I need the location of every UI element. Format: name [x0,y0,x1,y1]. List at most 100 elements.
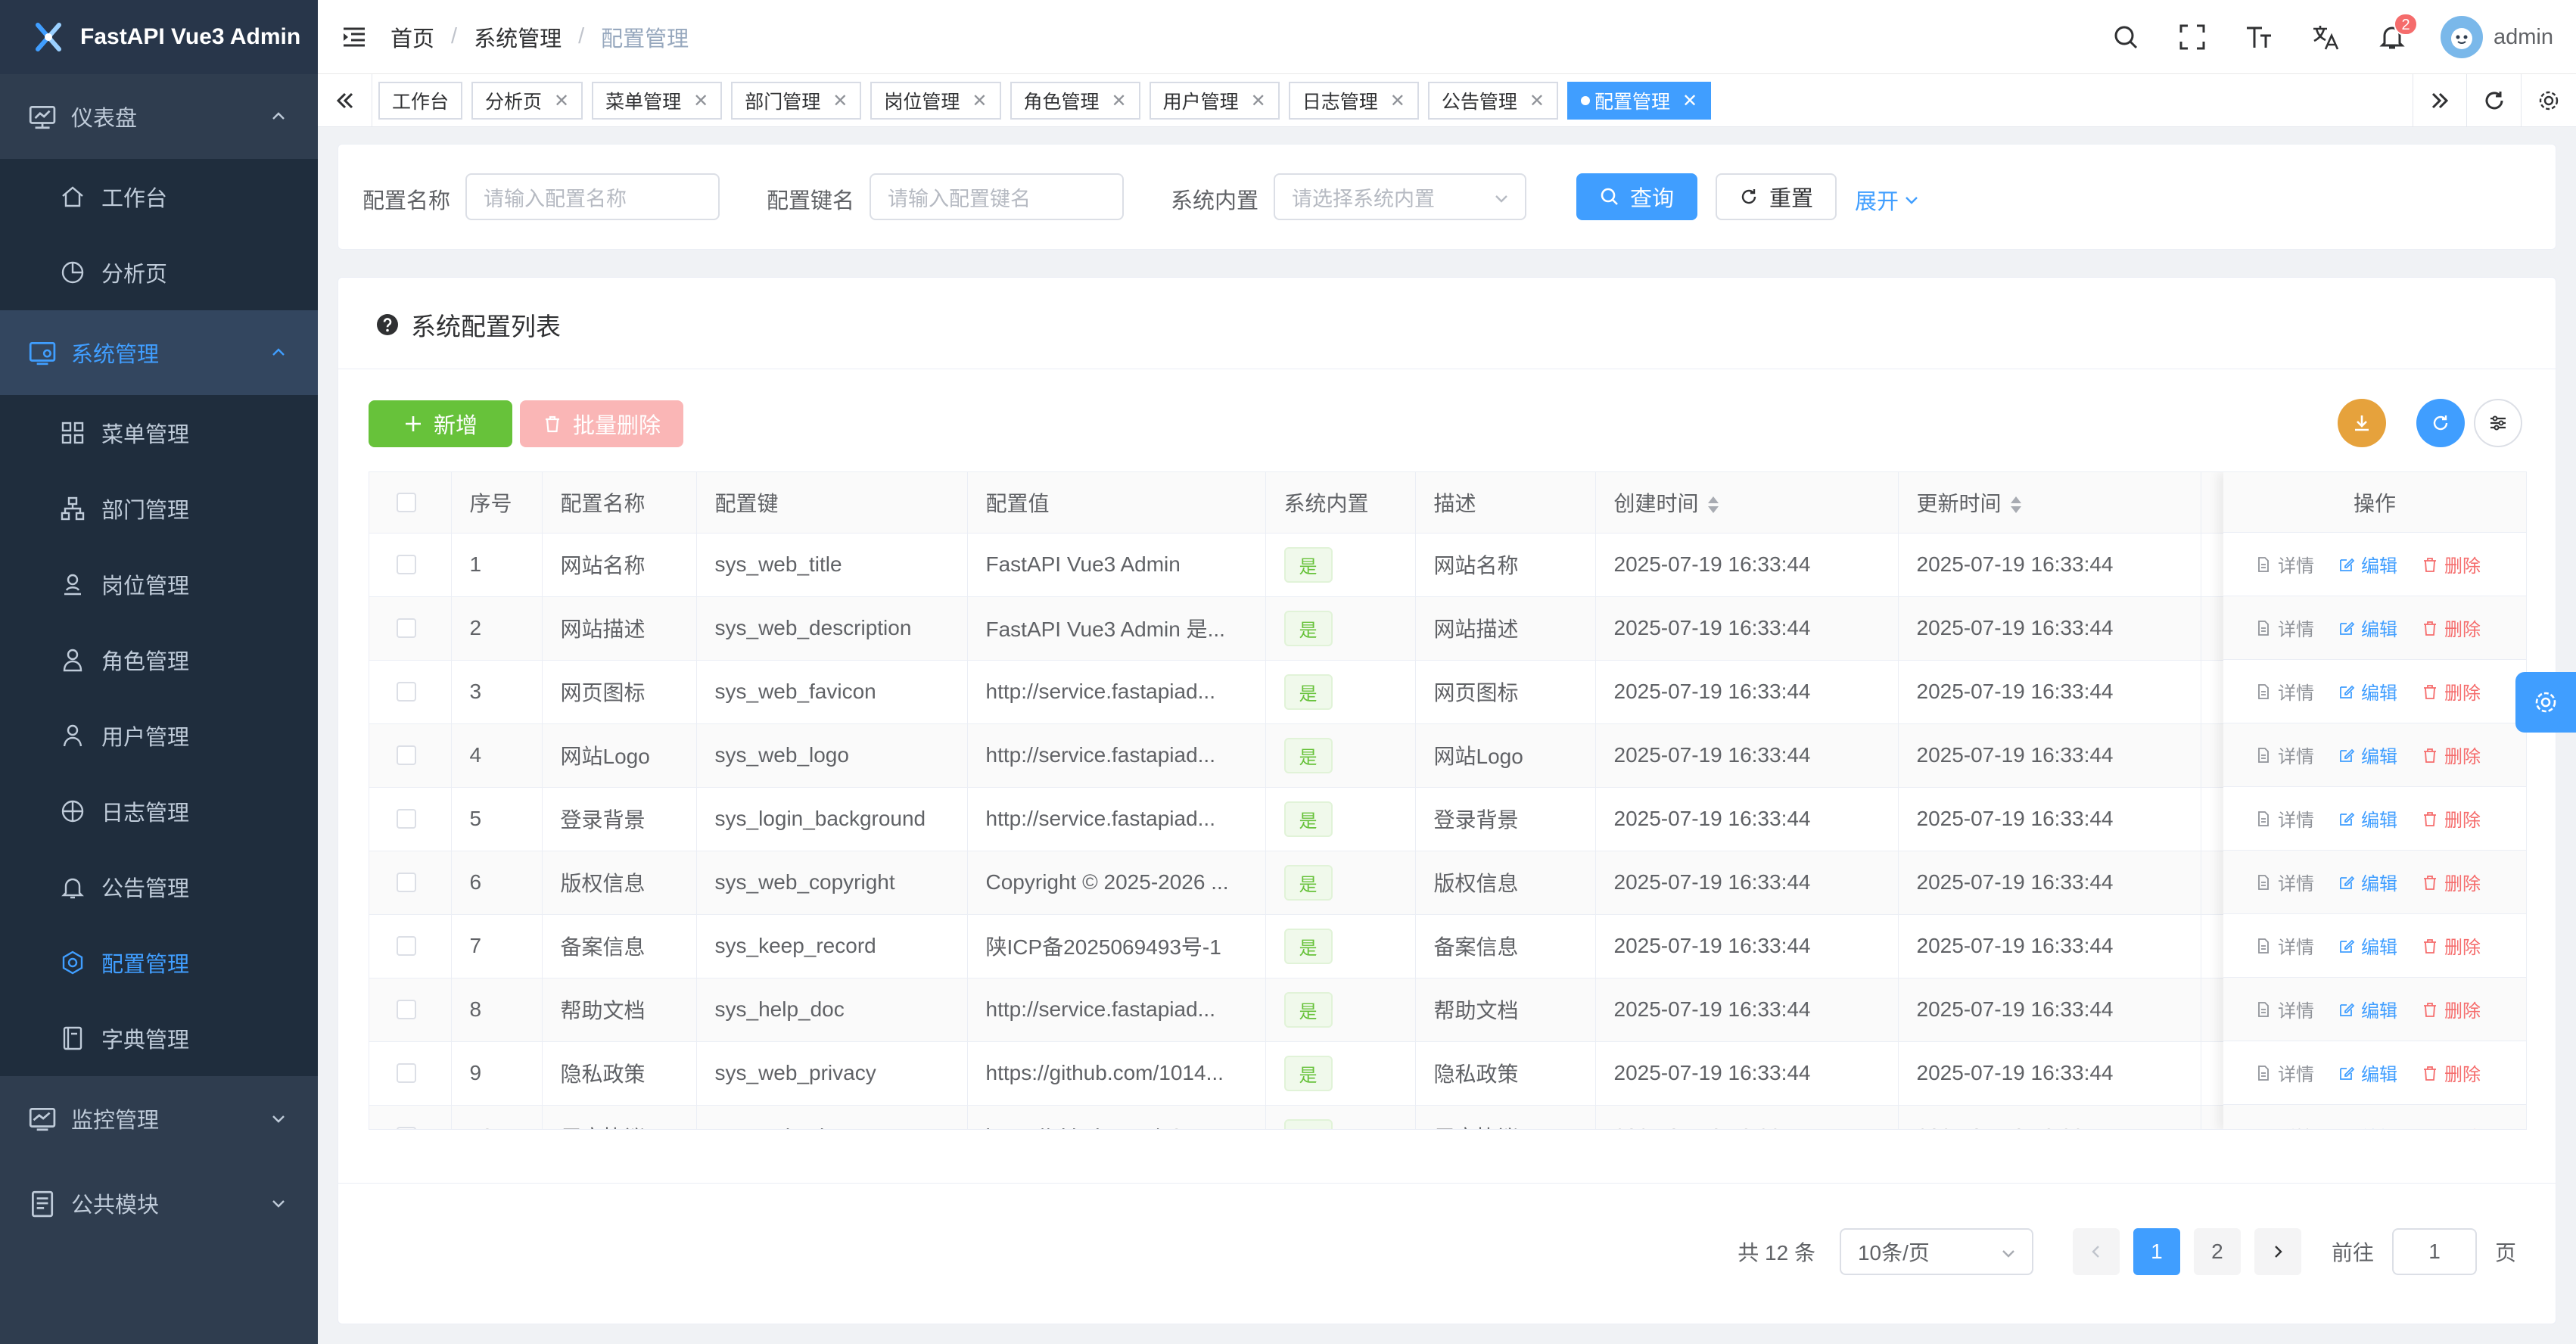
language-button[interactable] [2310,22,2341,52]
sidebar-item[interactable]: 部门管理 [0,471,318,546]
page-button[interactable]: 2 [2193,1228,2241,1275]
close-icon[interactable]: ✕ [1251,90,1266,112]
row-checkbox[interactable] [397,1000,416,1019]
detail-button[interactable]: 详情 [2255,1123,2314,1129]
prev-page-button[interactable] [2072,1228,2120,1275]
delete-button[interactable]: 删除 [2422,742,2481,768]
app-logo[interactable]: FastAPI Vue3 Admin [0,0,318,74]
row-select-cell[interactable] [369,660,452,724]
theme-settings-button[interactable] [2515,672,2576,733]
tab-tag[interactable]: 日志管理 ✕ [1288,82,1419,120]
row-select-cell[interactable] [369,851,452,915]
breadcrumb-system[interactable]: 系统管理 [474,21,562,53]
select-all-checkbox[interactable] [397,492,416,512]
detail-button[interactable]: 详情 [2255,551,2314,577]
refresh-tab-button[interactable] [2467,74,2522,127]
reset-button[interactable]: 重置 [1716,173,1837,220]
row-checkbox[interactable] [397,618,416,638]
row-select-cell[interactable] [369,787,452,851]
config-name-input[interactable]: 请输入配置名称 [465,173,720,220]
delete-button[interactable]: 删除 [2422,551,2481,577]
search-button[interactable] [2111,22,2141,52]
tab-tag[interactable]: 公告管理 ✕ [1427,82,1559,120]
close-icon[interactable]: ✕ [1112,90,1127,112]
close-icon[interactable]: ✕ [1682,90,1697,112]
delete-button[interactable]: 删除 [2422,614,2481,641]
column-settings-button[interactable] [2474,399,2522,447]
delete-button[interactable]: 删除 [2422,678,2481,705]
tab-tag[interactable]: 岗位管理 ✕ [870,82,1001,120]
row-checkbox[interactable] [397,936,416,956]
edit-button[interactable]: 编辑 [2338,614,2397,641]
expand-link[interactable]: 展开 [1855,184,1920,216]
sidebar-item[interactable]: 角色管理 [0,622,318,698]
delete-button[interactable]: 删除 [2422,1123,2481,1129]
created-time-header[interactable]: 创建时间 [1595,472,1899,534]
detail-button[interactable]: 详情 [2255,805,2314,832]
close-icon[interactable]: ✕ [693,90,708,112]
sidebar-group[interactable]: 仪表盘 [0,74,318,159]
next-page-button[interactable] [2254,1228,2301,1275]
row-checkbox[interactable] [397,1127,416,1129]
row-select-cell[interactable] [369,1105,452,1129]
sidebar-item[interactable]: 工作台 [0,159,318,235]
tab-tag[interactable]: 用户管理 ✕ [1149,82,1280,120]
row-select-cell[interactable] [369,1041,452,1106]
row-checkbox[interactable] [397,555,416,574]
edit-button[interactable]: 编辑 [2338,551,2397,577]
row-select-cell[interactable] [369,596,452,661]
sidebar-item[interactable]: 公告管理 [0,849,318,925]
edit-button[interactable]: 编辑 [2338,678,2397,705]
edit-button[interactable]: 编辑 [2338,932,2397,959]
edit-button[interactable]: 编辑 [2338,869,2397,895]
avatar[interactable] [2441,16,2483,58]
detail-button[interactable]: 详情 [2255,1059,2314,1086]
sidebar-group[interactable]: 监控管理 [0,1076,318,1161]
sidebar-group[interactable]: 系统管理 [0,310,318,395]
refresh-table-button[interactable] [2416,399,2465,447]
delete-button[interactable]: 删除 [2422,996,2481,1022]
username[interactable]: admin [2494,25,2553,50]
tab-tag[interactable]: 工作台 [378,82,463,120]
font-size-button[interactable] [2244,22,2274,52]
tags-scroll-right-button[interactable] [2413,74,2467,127]
config-key-input[interactable]: 请输入配置键名 [870,173,1124,220]
tab-tag[interactable]: 部门管理 ✕ [731,82,862,120]
sidebar-item[interactable]: 字典管理 [0,1000,318,1076]
detail-button[interactable]: 详情 [2255,678,2314,705]
sidebar-item[interactable]: 日志管理 [0,773,318,849]
row-checkbox[interactable] [397,1063,416,1083]
tab-tag[interactable]: 角色管理 ✕ [1010,82,1140,120]
detail-button[interactable]: 详情 [2255,996,2314,1022]
sidebar-item[interactable]: 菜单管理 [0,395,318,471]
question-circle-icon[interactable] [376,313,399,336]
row-checkbox[interactable] [397,745,416,765]
row-checkbox[interactable] [397,809,416,829]
delete-button[interactable]: 删除 [2422,932,2481,959]
close-icon[interactable]: ✕ [1529,90,1545,112]
close-icon[interactable]: ✕ [554,90,569,112]
edit-button[interactable]: 编辑 [2338,996,2397,1022]
detail-button[interactable]: 详情 [2255,932,2314,959]
tab-tag[interactable]: 菜单管理 ✕ [592,82,723,120]
close-icon[interactable]: ✕ [972,90,987,112]
row-checkbox[interactable] [397,682,416,702]
export-button[interactable] [2338,399,2386,447]
detail-button[interactable]: 详情 [2255,742,2314,768]
page-size-select[interactable]: 10条/页 [1839,1228,2033,1275]
breadcrumb-home[interactable]: 首页 [390,21,434,53]
row-select-cell[interactable] [369,533,452,597]
tab-settings-button[interactable] [2522,74,2576,127]
select-all-header[interactable] [369,472,452,534]
collapse-menu-icon[interactable] [341,23,368,51]
row-select-cell[interactable] [369,723,452,788]
sidebar-group[interactable]: 公共模块 [0,1161,318,1246]
sidebar-item[interactable]: 用户管理 [0,698,318,773]
edit-button[interactable]: 编辑 [2338,742,2397,768]
page-button[interactable]: 1 [2133,1228,2180,1275]
edit-button[interactable]: 编辑 [2338,1059,2397,1086]
delete-button[interactable]: 删除 [2422,869,2481,895]
goto-page-input[interactable]: 1 [2391,1228,2477,1275]
close-icon[interactable]: ✕ [832,90,848,112]
add-button[interactable]: 新增 [369,400,512,447]
